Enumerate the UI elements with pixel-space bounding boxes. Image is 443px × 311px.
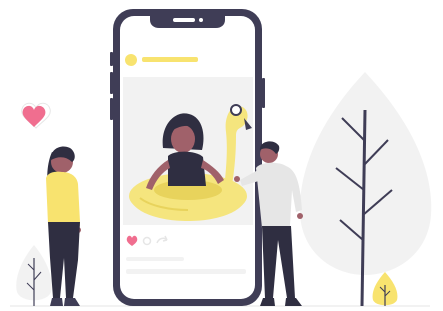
background-tree-large [299,72,432,307]
post-photo[interactable] [123,77,253,225]
caption-line-1 [126,257,184,261]
post-username-bar [142,57,198,62]
illustration [10,9,432,307]
small-yellow-plant [372,272,398,306]
caption-line-2 [126,269,246,274]
avatar[interactable] [125,54,137,66]
small-grey-plant [16,245,52,306]
floating-heart-bubble [21,102,51,129]
